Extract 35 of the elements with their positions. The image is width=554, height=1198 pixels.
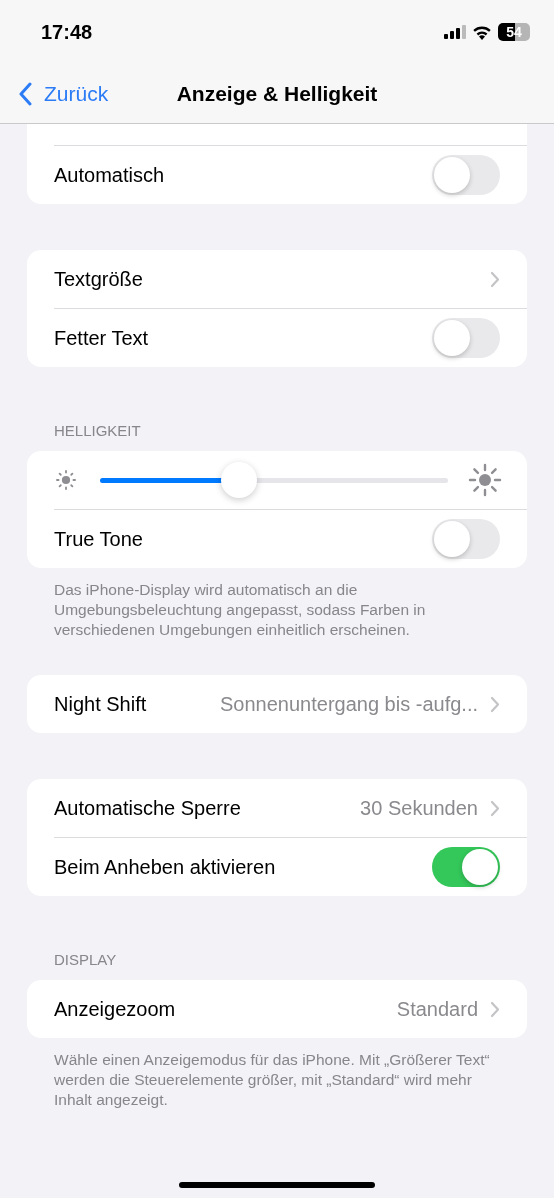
brightness-slider[interactable] xyxy=(100,462,448,498)
row-value: Sonnenuntergang bis -aufg... xyxy=(220,692,478,717)
status-time: 17:48 xyxy=(41,20,93,45)
sun-icon xyxy=(468,463,502,497)
row-label: True Tone xyxy=(54,527,143,552)
chevron-icon xyxy=(490,1000,500,1018)
section-footer: Das iPhone-Display wird automatisch an die Umgebungsbeleuchtung angepasst, sodass Farben in verschiedenen Umgebungen einheitlich erscheinen. xyxy=(27,568,527,640)
settings-row[interactable]: Anzeigezoom Standard xyxy=(54,980,527,1038)
row-value: 30 Sekunden xyxy=(360,796,478,821)
chevron-left-icon xyxy=(18,81,32,106)
row-label: Textgröße xyxy=(54,267,143,292)
row-label: Automatisch xyxy=(54,163,165,188)
row-value: Standard xyxy=(396,997,478,1022)
row-label: Automatische Sperre xyxy=(54,796,241,821)
back-button[interactable]: Zurück xyxy=(0,77,109,110)
toggle-switch[interactable] xyxy=(432,318,500,358)
settings-row[interactable]: Textgröße xyxy=(54,250,527,308)
section-header: HELLIGKEIT xyxy=(53,421,142,441)
chevron-icon xyxy=(490,799,500,817)
row-label: Anzeigezoom xyxy=(54,997,176,1022)
toggle-switch[interactable] xyxy=(432,519,500,559)
row-label: Fetter Text xyxy=(54,326,149,351)
row-label: Night Shift xyxy=(54,692,147,717)
section-footer: Wähle einen Anzeigemodus für das iPhone. Mit „Größerer Text“ werden die Steuerelemente größer, mit „Standard“ wird mehr Inhalt angezeigt. xyxy=(27,1038,527,1110)
section-header: DISPLAY xyxy=(53,950,118,970)
chevron-icon xyxy=(490,270,500,288)
wifi-icon xyxy=(472,24,492,40)
signal-icon xyxy=(444,25,466,39)
chevron-icon xyxy=(490,695,500,713)
toggle-switch[interactable] xyxy=(432,847,500,887)
page-title: Anzeige & Helligkeit xyxy=(176,80,378,107)
settings-row[interactable]: Night Shift Sonnenuntergang bis -aufg... xyxy=(54,675,527,733)
toggle-switch[interactable] xyxy=(432,155,500,195)
settings-row[interactable]: Automatische Sperre 30 Sekunden xyxy=(54,779,527,837)
row-label: Beim Anheben aktivieren xyxy=(54,855,276,880)
